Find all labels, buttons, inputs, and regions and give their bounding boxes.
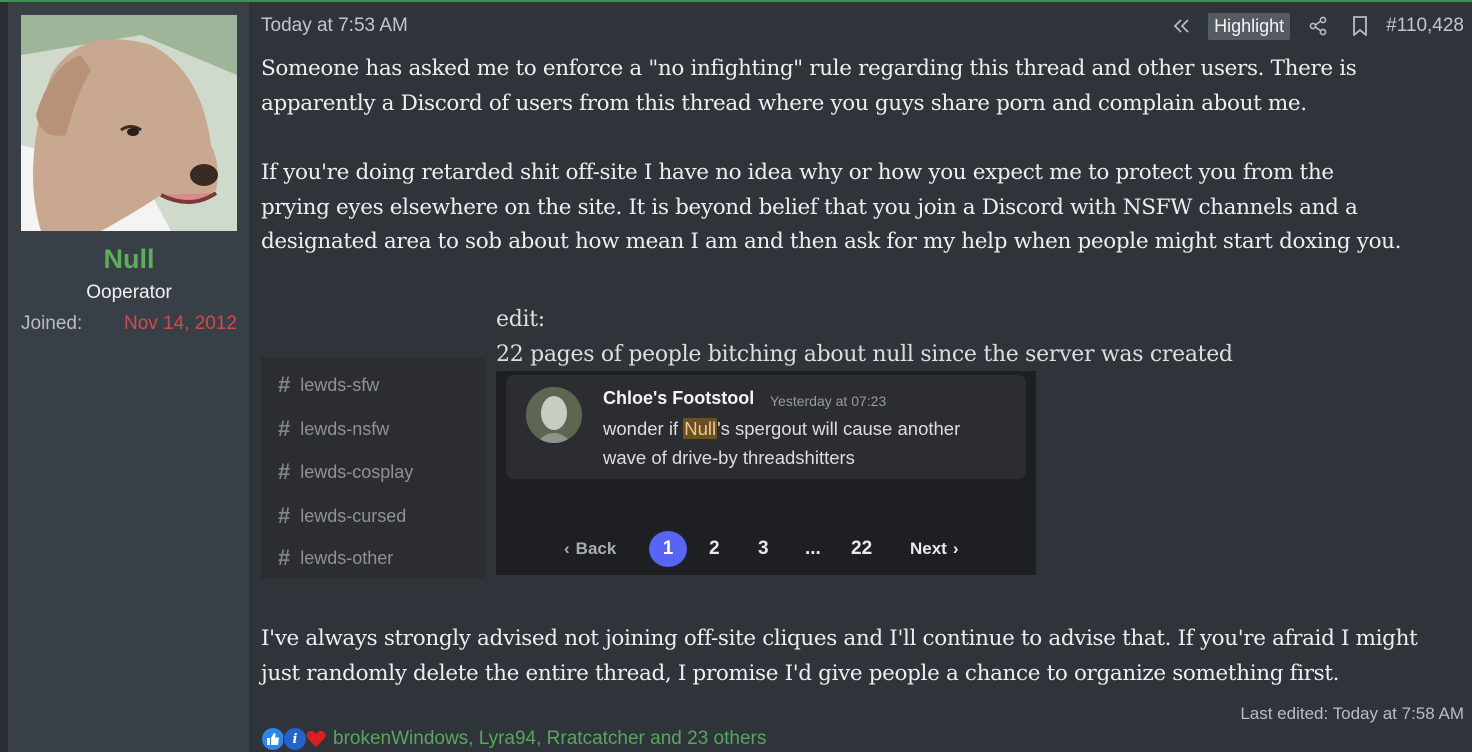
text-line: 22 pages of people bitching about null s… (496, 342, 1233, 367)
hash-icon: # (278, 503, 291, 528)
hash-icon: # (278, 459, 291, 484)
channel-name: lewds-cursed (300, 505, 407, 526)
channel-item: # lewds-nsfw (278, 415, 389, 443)
hash-icon: # (278, 545, 291, 570)
channel-item: # lewds-cursed (278, 502, 406, 530)
text-line: I've always strongly advised not joining… (261, 626, 1418, 651)
pager-page: 3 (758, 538, 769, 559)
share-icon[interactable] (1306, 14, 1330, 38)
username[interactable]: Null (0, 244, 258, 275)
last-edited[interactable]: Last edited: Today at 7:58 AM (1240, 704, 1464, 724)
joined-date: Nov 14, 2012 (123, 313, 237, 334)
pager-ellipsis: ... (805, 538, 821, 559)
channel-name: lewds-other (300, 547, 394, 568)
text-line: designated area to sob about how mean I … (261, 229, 1402, 254)
chevron-left-icon: ‹ (564, 539, 570, 558)
bookmark-icon[interactable] (1348, 14, 1372, 38)
discord-search-image[interactable]: Chloe's Footstool Yesterday at 07:23 won… (496, 371, 1036, 575)
pager-next-label: Next (910, 539, 947, 558)
pager-next: Next › (910, 531, 959, 567)
message-timestamp: Yesterday at 07:23 (770, 393, 887, 409)
message-text: wonder if (603, 418, 684, 439)
message-card: Chloe's Footstool Yesterday at 07:23 won… (506, 375, 1026, 479)
post-paragraph-2: If you're doing retarded shit off-site I… (261, 156, 1402, 260)
embedded-edit-caption[interactable]: edit: 22 pages of people bitching about … (496, 302, 1233, 372)
pager-page: 1 (649, 531, 687, 567)
post-paragraph-3: I've always strongly advised not joining… (261, 622, 1418, 691)
channel-name: lewds-sfw (300, 374, 380, 395)
text-line: edit: (496, 307, 545, 332)
message-line-1: wonder if Null's spergout will cause ano… (603, 418, 960, 440)
heart-icon (305, 728, 327, 750)
post-actions: Highlight #110,428 (1170, 11, 1464, 41)
chevron-right-icon: › (952, 539, 959, 558)
post-paragraph-1: Someone has asked me to enforce a "no in… (261, 52, 1357, 121)
channel-item: # lewds-cosplay (278, 458, 413, 486)
hash-icon: # (278, 372, 291, 397)
message-line-2: wave of drive-by threadshitters (603, 447, 855, 468)
search-highlight: Null (683, 418, 718, 439)
post-date[interactable]: Today at 7:53 AM (261, 15, 408, 37)
channel-list-image[interactable]: # lewds-sfw # lewds-nsfw # lewds-cosplay # l… (261, 357, 486, 579)
rewind-icon[interactable] (1170, 14, 1194, 38)
text-line: just randomly delete the entire thread, … (261, 660, 1340, 686)
channel-item: # lewds-sfw (278, 371, 379, 399)
hash-icon: # (278, 416, 291, 441)
channel-name: lewds-cosplay (300, 461, 414, 482)
channel-name: lewds-nsfw (300, 418, 390, 439)
pager-back-label: Back (575, 539, 617, 558)
text-line: If you're doing retarded shit off-site I… (261, 160, 1334, 185)
post-number-link[interactable]: #110,428 (1386, 15, 1464, 37)
pagination: ‹ Back 1 2 3 ... 22 Next › (496, 531, 1036, 567)
text-line: Someone has asked me to enforce a "no in… (261, 56, 1357, 81)
message-text: 's spergout will cause another (717, 418, 961, 439)
pager-page: 2 (709, 538, 720, 559)
joined-label: Joined: (21, 313, 83, 334)
user-sidebar: Null Ooperator Joined: Nov 14, 2012 (0, 2, 249, 752)
channel-item: # lewds-other (278, 544, 393, 572)
text-line: apparently a Discord of users from this … (261, 90, 1307, 116)
informative-icon: i (283, 727, 307, 751)
text-line: prying eyes elsewhere on the site. It is… (261, 194, 1358, 220)
dog-avatar-icon[interactable] (21, 15, 237, 231)
highlight-button[interactable]: Highlight (1208, 12, 1291, 40)
user-title: Ooperator (86, 282, 172, 303)
message-avatar (526, 387, 582, 443)
pager-back: ‹ Back (564, 531, 616, 567)
sidebar-edge (0, 2, 8, 752)
message-author: Chloe's Footstool (603, 388, 755, 408)
reaction-users[interactable]: brokenWindows, Lyra94, Rratcatcher and 2… (333, 728, 766, 750)
like-icon (261, 727, 285, 751)
pager-page: 22 (851, 538, 873, 559)
reaction-bar[interactable]: i brokenWindows, Lyra94, Rratcatcher and… (261, 727, 766, 751)
